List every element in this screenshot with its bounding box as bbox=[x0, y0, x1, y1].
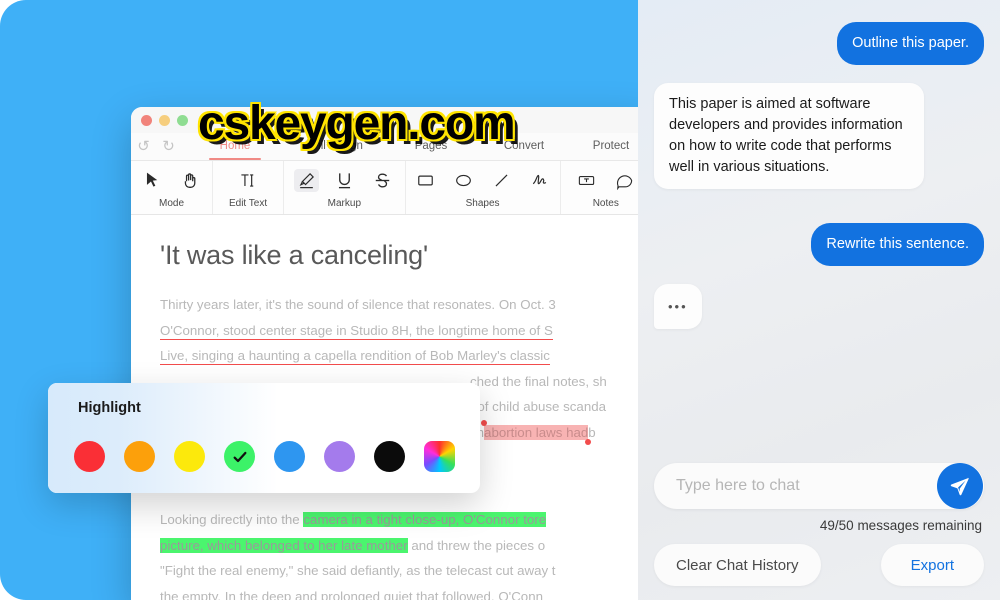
chat-bubble-user: Outline this paper. bbox=[837, 22, 984, 65]
ribbon-group-label-shapes: Shapes bbox=[465, 197, 500, 209]
doc-line: O'Connor, stood center stage in Studio 8… bbox=[160, 318, 651, 344]
document-heading: 'It was like a canceling' bbox=[160, 240, 428, 270]
chat-row-user: Outline this paper. bbox=[654, 22, 984, 65]
doc-text-fragment: b bbox=[588, 424, 596, 440]
ribbon-group-label-mode: Mode bbox=[158, 197, 184, 209]
close-window-icon[interactable] bbox=[141, 114, 152, 126]
cursor-arrow-icon[interactable] bbox=[140, 169, 165, 192]
minimize-window-icon[interactable] bbox=[159, 114, 170, 126]
ai-chat-panel: Outline this paper. This paper is aimed … bbox=[638, 0, 1000, 600]
doc-line: Thirty years later, it's the sound of si… bbox=[160, 297, 556, 312]
ribbon-group-label-notes: Notes bbox=[592, 197, 619, 209]
color-swatch-yellow[interactable] bbox=[174, 441, 205, 472]
redo-icon[interactable]: ↻ bbox=[156, 139, 181, 154]
color-swatch-green[interactable] bbox=[224, 441, 255, 472]
export-button[interactable]: Export bbox=[880, 544, 984, 586]
ribbon-group-edit-text: Edit Text bbox=[213, 161, 285, 214]
ribbon-group-label-markup: Markup bbox=[327, 197, 362, 209]
doc-text-fragment: and threw the pieces o bbox=[407, 537, 546, 553]
doc-line-underlined: Live, singing a haunting a capella rendi… bbox=[160, 348, 550, 365]
doc-line: "Fight the real enemy," she said defiant… bbox=[160, 563, 556, 578]
chat-row-user: Rewrite this sentence. bbox=[654, 223, 984, 266]
highlighter-icon[interactable] bbox=[293, 169, 319, 192]
underline-icon[interactable] bbox=[332, 169, 357, 192]
hand-icon[interactable] bbox=[178, 169, 203, 192]
line-icon[interactable] bbox=[489, 169, 514, 192]
chat-bubble-user: Rewrite this sentence. bbox=[811, 223, 984, 266]
color-swatch-orange[interactable] bbox=[124, 441, 155, 472]
chat-row-bot: This paper is aimed at software develope… bbox=[654, 83, 984, 189]
rectangle-icon[interactable] bbox=[413, 169, 438, 192]
ribbon-group-markup: Markup bbox=[284, 161, 406, 214]
text-cursor-icon[interactable] bbox=[236, 169, 261, 192]
text-box-icon[interactable] bbox=[574, 169, 599, 192]
green-highlighted-text[interactable]: camera in a tight close-up, O'Connor tor… bbox=[303, 512, 547, 527]
color-swatch-list bbox=[74, 441, 455, 472]
maximize-window-icon[interactable] bbox=[177, 114, 188, 126]
clear-chat-history-button[interactable]: Clear Chat History bbox=[654, 544, 821, 586]
send-paper-plane-icon bbox=[950, 477, 969, 496]
typing-indicator: ••• bbox=[654, 284, 702, 329]
doc-line: picture, which belonged to her late moth… bbox=[160, 533, 651, 559]
watermark-text: cskeygen.com bbox=[198, 97, 516, 150]
color-swatch-black[interactable] bbox=[374, 441, 405, 472]
messages-remaining-label: 49/50 messages remaining bbox=[819, 518, 982, 533]
chat-action-buttons: Clear Chat History Export bbox=[654, 544, 984, 586]
ribbon-toolbar: Mode Edit Text Markup Shapes Notes bbox=[131, 161, 651, 215]
ribbon-group-shapes: Shapes bbox=[406, 161, 561, 214]
green-highlighted-text[interactable]: picture, which belonged to her late moth… bbox=[160, 537, 408, 553]
color-swatch-custom-rainbow[interactable] bbox=[424, 441, 455, 472]
chat-bubble-bot: This paper is aimed at software develope… bbox=[654, 83, 924, 189]
doc-line: Looking directly into the camera in a ti… bbox=[160, 507, 651, 533]
popover-title: Highlight bbox=[78, 400, 141, 416]
screen-root: ↺ ↻ Home Fill & Sign Pages Convert Prote… bbox=[0, 0, 1000, 600]
ribbon-group-mode: Mode bbox=[131, 161, 213, 214]
red-highlighted-selection[interactable]: abortion laws had bbox=[484, 424, 589, 440]
color-swatch-purple[interactable] bbox=[324, 441, 355, 472]
color-swatch-red[interactable] bbox=[74, 441, 105, 472]
ribbon-group-label-edit-text: Edit Text bbox=[228, 197, 268, 209]
highlight-color-popover: Highlight bbox=[48, 383, 480, 493]
strikethrough-icon[interactable] bbox=[370, 169, 395, 192]
chat-input[interactable] bbox=[654, 477, 904, 495]
undo-icon[interactable]: ↺ bbox=[131, 139, 156, 154]
chat-message-list[interactable]: Outline this paper. This paper is aimed … bbox=[638, 0, 1000, 463]
ellipse-icon[interactable] bbox=[451, 169, 476, 192]
doc-line-underlined: O'Connor, stood center stage in Studio 8… bbox=[160, 322, 553, 340]
send-button[interactable] bbox=[937, 463, 983, 509]
chat-footer: 49/50 messages remaining Clear Chat Hist… bbox=[638, 463, 1000, 600]
pdf-editor-window: ↺ ↻ Home Fill & Sign Pages Convert Prote… bbox=[131, 107, 651, 600]
comment-icon[interactable] bbox=[612, 169, 637, 192]
doc-line: Live, singing a haunting a capella rendi… bbox=[160, 343, 651, 369]
freehand-icon[interactable] bbox=[527, 169, 552, 192]
chat-row-typing: ••• bbox=[654, 284, 984, 329]
doc-line: the empty. In the deep and prolonged qui… bbox=[160, 588, 543, 600]
chat-input-wrapper[interactable] bbox=[654, 463, 984, 509]
doc-text-fragment: Looking directly into the bbox=[160, 512, 304, 527]
color-swatch-blue[interactable] bbox=[274, 441, 305, 472]
check-icon bbox=[233, 451, 246, 462]
